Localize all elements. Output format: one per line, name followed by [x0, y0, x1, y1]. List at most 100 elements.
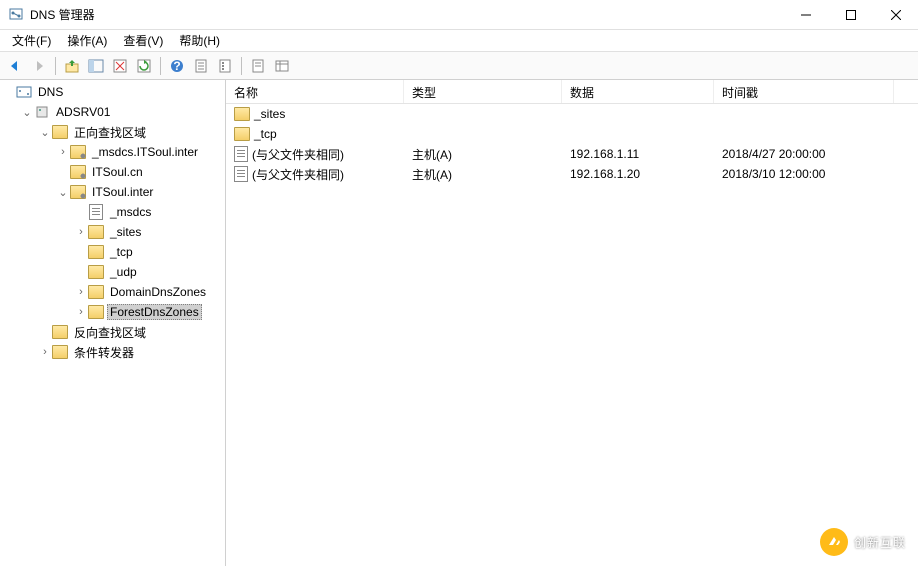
close-button[interactable] — [873, 0, 918, 29]
tree-node-tcp[interactable]: _tcp — [74, 242, 225, 262]
column-header-time[interactable]: 时间戳 — [714, 80, 894, 103]
cell-data: 192.168.1.20 — [570, 167, 640, 181]
minimize-button[interactable] — [783, 0, 828, 29]
tree-label: _tcp — [107, 244, 136, 260]
tree-label: DNS — [35, 84, 66, 100]
menu-file[interactable]: 文件(F) — [4, 30, 59, 51]
folder-icon — [52, 344, 68, 360]
detail-view-button[interactable] — [271, 55, 293, 77]
list-row[interactable]: (与父文件夹相同) 主机(A) 192.168.1.20 2018/3/10 12:0… — [226, 164, 918, 184]
cell-time: 2018/4/27 20:00:00 — [722, 147, 825, 161]
chevron-right-icon[interactable]: › — [56, 145, 70, 159]
list-row[interactable]: _tcp — [226, 124, 918, 144]
watermark: 创新互联 — [820, 528, 906, 556]
tree-node-zone-msdcs-itsoul-inter[interactable]: › _msdcs.ITSoul.inter — [56, 142, 225, 162]
chevron-right-icon[interactable]: › — [38, 345, 52, 359]
tree-node-sites[interactable]: ›_sites — [74, 222, 225, 242]
folder-icon — [52, 324, 68, 340]
cell-name: (与父文件夹相同) — [252, 146, 344, 163]
help-button[interactable]: ? — [166, 55, 188, 77]
list-row[interactable]: _sites — [226, 104, 918, 124]
list-row[interactable]: (与父文件夹相同) 主机(A) 192.168.1.11 2018/4/27 20:0… — [226, 144, 918, 164]
doc-icon — [234, 146, 248, 162]
chevron-right-icon[interactable]: › — [74, 285, 88, 299]
menu-action[interactable]: 操作(A) — [59, 30, 115, 51]
list-view-button[interactable] — [247, 55, 269, 77]
tree-label: ITSoul.cn — [89, 164, 146, 180]
tree-node-server[interactable]: ⌄ ADSRV01 — [20, 102, 225, 122]
delete-button[interactable] — [109, 55, 131, 77]
folder-icon — [88, 264, 104, 280]
tree-node-reverse-zones[interactable]: 反向查找区域 — [38, 322, 225, 342]
window-title: DNS 管理器 — [30, 6, 95, 23]
cell-data: 192.168.1.11 — [570, 147, 639, 161]
folder-gear-icon — [70, 164, 86, 180]
folder-icon — [234, 127, 250, 141]
list-header: 名称 类型 数据 时间戳 — [226, 80, 918, 104]
list-rows: _sites _tcp (与父文件夹相同) 主机(A) 192.168.1.11 2018… — [226, 104, 918, 184]
tree-toggle[interactable] — [56, 165, 70, 179]
folder-icon — [88, 284, 104, 300]
maximize-button[interactable] — [828, 0, 873, 29]
doc-icon — [88, 204, 104, 220]
tree-label: _udp — [107, 264, 140, 280]
tree-node-zone-itsoul-cn[interactable]: ITSoul.cn — [56, 162, 225, 182]
tree-label: ADSRV01 — [53, 104, 113, 120]
watermark-logo-icon — [820, 528, 848, 556]
folder-icon — [88, 304, 104, 320]
up-button[interactable] — [61, 55, 83, 77]
tree-node-dns-root[interactable]: DNS — [2, 82, 225, 102]
column-header-name[interactable]: 名称 — [226, 80, 404, 103]
doc-icon — [234, 166, 248, 182]
toolbar-separator — [55, 57, 56, 75]
chevron-right-icon[interactable]: › — [74, 305, 88, 319]
cell-name: (与父文件夹相同) — [252, 166, 344, 183]
tree-label: ForestDnsZones — [107, 304, 202, 320]
folder-icon — [52, 124, 68, 140]
cell-type: 主机(A) — [412, 166, 452, 183]
tree-label: _msdcs.ITSoul.inter — [89, 144, 201, 160]
tree-node-forward-zones[interactable]: ⌄ 正向查找区域 — [38, 122, 225, 142]
menu-view[interactable]: 查看(V) — [115, 30, 171, 51]
forward-button[interactable] — [28, 55, 50, 77]
column-header-data[interactable]: 数据 — [562, 80, 714, 103]
folder-icon — [88, 224, 104, 240]
refresh-button[interactable] — [133, 55, 155, 77]
toolbar: ? — [0, 52, 918, 80]
folder-icon — [234, 107, 250, 121]
window-controls — [783, 0, 918, 29]
tree-label: DomainDnsZones — [107, 284, 209, 300]
cell-name: _tcp — [254, 127, 277, 141]
server-icon — [34, 104, 50, 120]
title-bar: DNS 管理器 — [0, 0, 918, 30]
chevron-down-icon[interactable]: ⌄ — [38, 125, 52, 139]
menu-help[interactable]: 帮助(H) — [171, 30, 228, 51]
list-pane[interactable]: 名称 类型 数据 时间戳 _sites _tcp (与父文件夹相同) 主机(A) 192… — [226, 80, 918, 566]
menu-bar: 文件(F) 操作(A) 查看(V) 帮助(H) — [0, 30, 918, 52]
show-hide-tree-button[interactable] — [85, 55, 107, 77]
tree-node-zone-itsoul-inter[interactable]: ⌄ ITSoul.inter — [56, 182, 225, 202]
tree-node-forestdnszones[interactable]: › ForestDnsZones — [74, 302, 225, 322]
cell-name: _sites — [254, 107, 285, 121]
tree-pane[interactable]: DNS ⌄ ADSRV01 ⌄ — [0, 80, 226, 566]
tree-label: 正向查找区域 — [71, 123, 149, 142]
watermark-text: 创新互联 — [854, 534, 906, 551]
chevron-down-icon[interactable]: ⌄ — [20, 105, 34, 119]
column-header-type[interactable]: 类型 — [404, 80, 562, 103]
tree-toggle[interactable] — [2, 85, 16, 99]
properties-button[interactable] — [190, 55, 212, 77]
tree-node-conditional-forwarders[interactable]: › 条件转发器 — [38, 342, 225, 362]
back-button[interactable] — [4, 55, 26, 77]
cell-type: 主机(A) — [412, 146, 452, 163]
chevron-down-icon[interactable]: ⌄ — [56, 185, 70, 199]
filter-button[interactable] — [214, 55, 236, 77]
tree-node-msdcs[interactable]: _msdcs — [74, 202, 225, 222]
tree-node-udp[interactable]: _udp — [74, 262, 225, 282]
folder-gear-icon — [70, 144, 86, 160]
cell-time: 2018/3/10 12:00:00 — [722, 167, 825, 181]
content-area: DNS ⌄ ADSRV01 ⌄ — [0, 80, 918, 566]
tree-node-domaindnszones[interactable]: › DomainDnsZones — [74, 282, 225, 302]
tree-label: 反向查找区域 — [71, 323, 149, 342]
tree-label: ITSoul.inter — [89, 184, 156, 200]
chevron-right-icon[interactable]: › — [74, 225, 88, 239]
